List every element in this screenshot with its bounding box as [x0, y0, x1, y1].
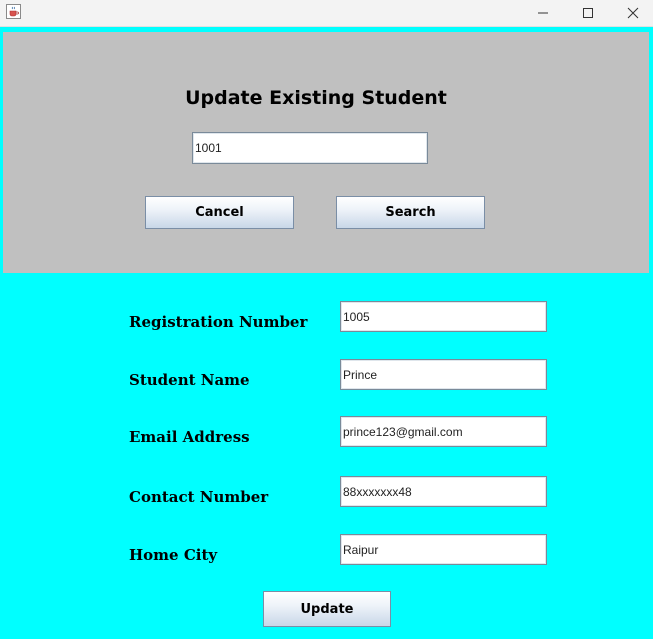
contact-number-field[interactable]: [340, 476, 547, 507]
contact-number-label: Contact Number: [129, 488, 269, 506]
search-panel: Update Existing Student Cancel Search: [3, 32, 649, 273]
title-bar: [0, 0, 653, 27]
close-button[interactable]: [611, 0, 653, 26]
page-title: Update Existing Student: [185, 87, 447, 109]
java-cup-icon: [6, 4, 21, 19]
search-input[interactable]: [192, 132, 428, 164]
minimize-icon: [538, 12, 548, 14]
cancel-button[interactable]: Cancel: [145, 196, 294, 229]
email-address-label: Email Address: [129, 428, 250, 446]
registration-number-field[interactable]: [340, 301, 547, 332]
student-name-label: Student Name: [129, 371, 250, 389]
email-address-field[interactable]: [340, 416, 547, 447]
search-button[interactable]: Search: [336, 196, 485, 229]
close-icon: [627, 7, 639, 19]
home-city-field[interactable]: [340, 534, 547, 565]
registration-number-label: Registration Number: [129, 313, 308, 331]
minimize-button[interactable]: [521, 0, 565, 26]
maximize-icon: [583, 8, 593, 18]
home-city-label: Home City: [129, 546, 218, 564]
update-button[interactable]: Update: [263, 591, 391, 627]
maximize-button[interactable]: [566, 0, 610, 26]
student-name-field[interactable]: [340, 359, 547, 390]
